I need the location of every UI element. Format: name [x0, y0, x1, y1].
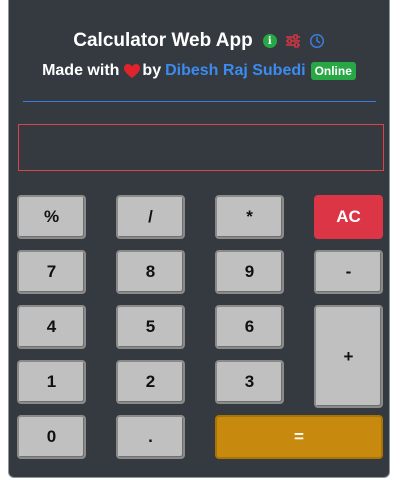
one-button[interactable]: 1	[17, 360, 86, 404]
all-clear-button[interactable]: AC	[314, 195, 383, 239]
seven-button[interactable]: 7	[17, 250, 86, 294]
calculator-display	[18, 124, 384, 171]
header-divider	[23, 101, 376, 102]
by-text: by	[142, 62, 162, 79]
percent-button[interactable]: %	[17, 195, 86, 239]
four-button[interactable]: 4	[17, 305, 86, 349]
zero-button[interactable]: 0	[17, 415, 86, 459]
history-icon[interactable]	[309, 33, 325, 49]
status-badge: Online	[310, 62, 356, 80]
header-subtitle: Made with by Dibesh Raj Subedi Online	[9, 62, 389, 80]
five-button[interactable]: 5	[116, 305, 185, 349]
header-title-row: Calculator Web App i	[9, 30, 389, 52]
plus-button[interactable]: +	[314, 305, 383, 408]
equals-button[interactable]: =	[215, 415, 383, 459]
six-button[interactable]: 6	[215, 305, 284, 349]
decimal-button[interactable]: .	[116, 415, 185, 459]
made-with-text: Made with	[42, 62, 120, 79]
page-title: Calculator Web App	[73, 30, 253, 51]
divide-button[interactable]: /	[116, 195, 185, 239]
sliders-icon[interactable]	[285, 33, 301, 49]
calculator-app: Calculator Web App i Made with by Dibesh…	[8, 0, 390, 478]
author-link[interactable]: Dibesh Raj Subedi	[165, 62, 305, 80]
nine-button[interactable]: 9	[215, 250, 284, 294]
multiply-button[interactable]: *	[215, 195, 284, 239]
minus-button[interactable]: -	[314, 250, 383, 294]
info-icon[interactable]: i	[262, 34, 277, 48]
three-button[interactable]: 3	[215, 360, 284, 404]
heart-icon	[123, 63, 141, 79]
two-button[interactable]: 2	[116, 360, 185, 404]
eight-button[interactable]: 8	[116, 250, 185, 294]
